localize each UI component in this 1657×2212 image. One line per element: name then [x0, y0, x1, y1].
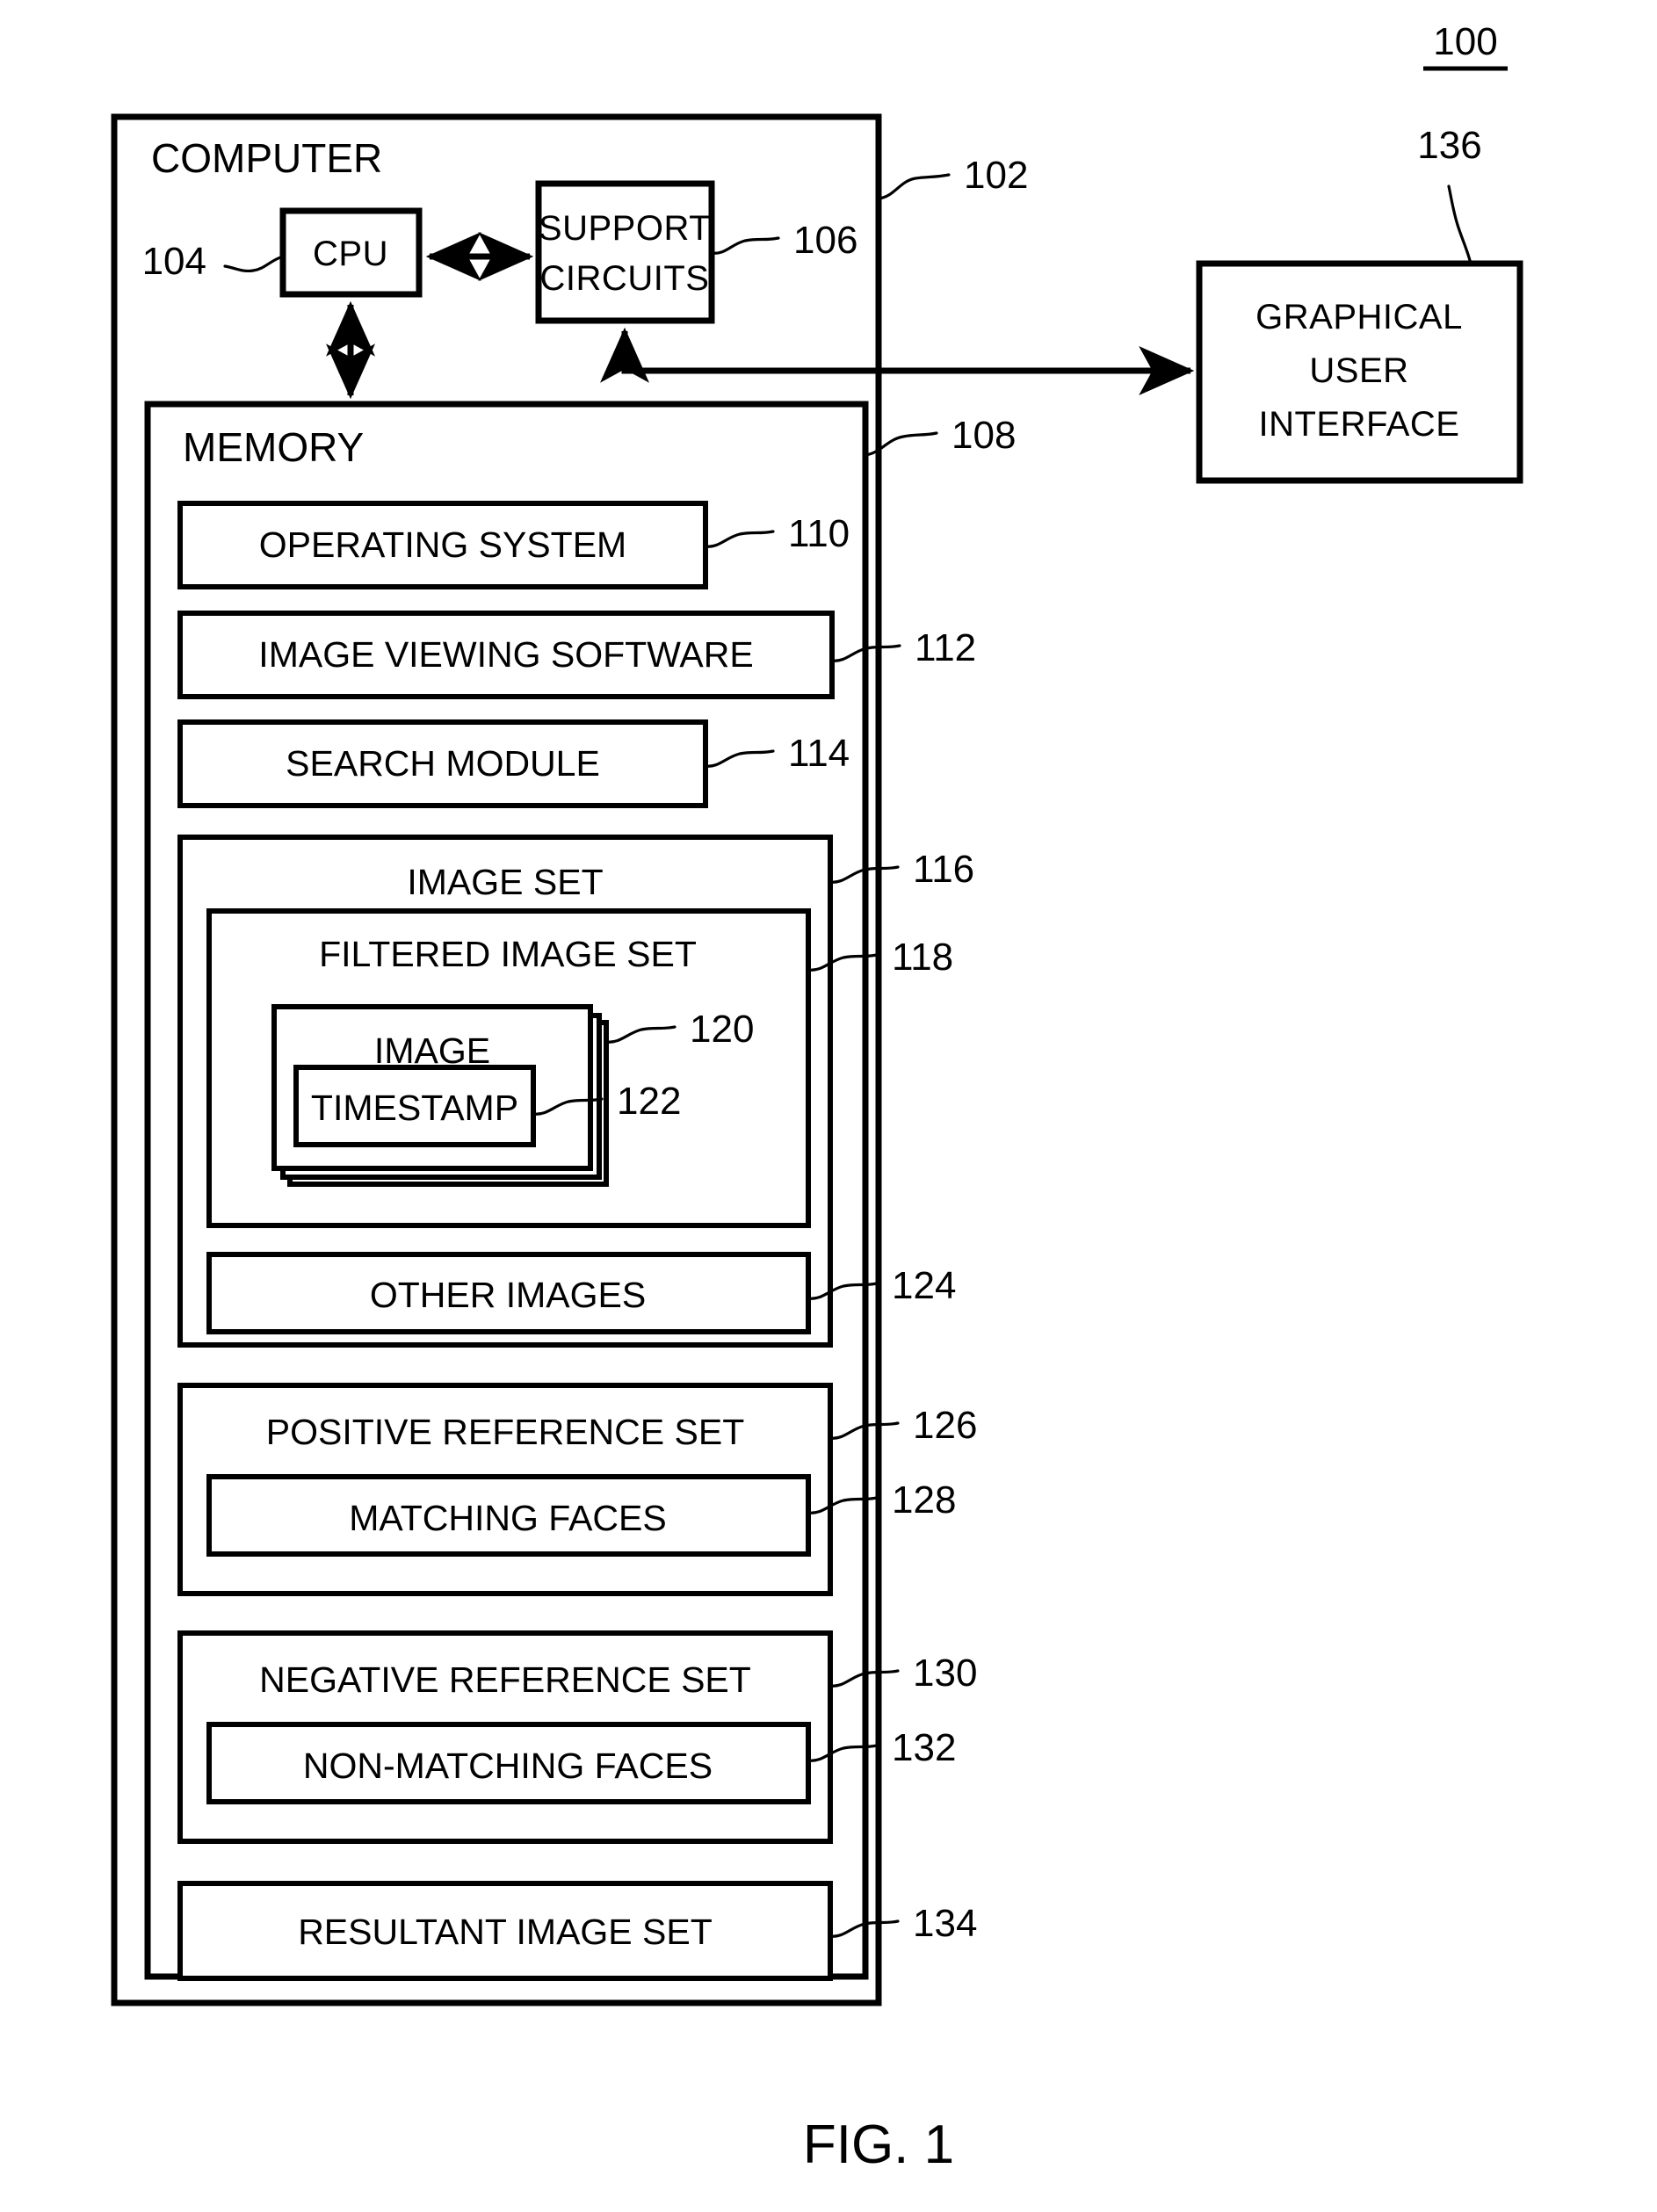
search-module-label: SEARCH MODULE: [286, 743, 600, 784]
memory-title: MEMORY: [183, 424, 364, 470]
image-viewing-software-ref: 112: [915, 626, 976, 669]
gui-label-line1: GRAPHICAL: [1255, 298, 1463, 336]
memory-ref-leader: 108: [864, 414, 1016, 457]
support-circuits-box: [535, 180, 715, 324]
image-set-label: IMAGE SET: [407, 862, 603, 902]
matching-faces-ref: 128: [892, 1478, 956, 1522]
other-images-ref: 124: [892, 1264, 956, 1307]
other-images-label: OTHER IMAGES: [370, 1275, 646, 1315]
gui-ref-leader: 136: [1417, 124, 1482, 265]
computer-ref-leader: 102: [877, 154, 1028, 200]
resultant-image-set-ref: 134: [913, 1902, 977, 1945]
gui-label-line2: USER: [1309, 351, 1408, 390]
resultant-image-set-label: RESULTANT IMAGE SET: [298, 1912, 713, 1952]
gui-label-line3: INTERFACE: [1259, 405, 1460, 444]
positive-reference-set-ref: 126: [913, 1404, 977, 1447]
filtered-image-set-label: FILTERED IMAGE SET: [319, 934, 697, 974]
figure-number: 100: [1423, 20, 1508, 71]
search-module-ref: 114: [788, 732, 850, 775]
operating-system-ref: 110: [788, 512, 850, 555]
memory-ref: 108: [952, 414, 1016, 457]
negative-reference-set-ref: 130: [913, 1652, 977, 1695]
matching-faces-label: MATCHING FACES: [349, 1498, 666, 1538]
figure-caption: FIG. 1: [803, 2114, 954, 2175]
support-circuits-label-line1: SUPPORT: [539, 209, 711, 248]
filtered-image-set-ref: 118: [892, 936, 953, 979]
computer-title: COMPUTER: [151, 135, 382, 181]
timestamp-label: TIMESTAMP: [311, 1088, 518, 1128]
support-circuits-ref: 106: [793, 219, 857, 262]
image-viewing-software-label: IMAGE VIEWING SOFTWARE: [258, 634, 753, 675]
timestamp-ref: 122: [617, 1080, 681, 1123]
image-ref: 120: [690, 1008, 754, 1051]
negative-reference-set-label: NEGATIVE REFERENCE SET: [259, 1659, 751, 1700]
computer-ref: 102: [964, 154, 1028, 197]
image-set-ref: 116: [913, 848, 974, 891]
support-circuits-label-line2: CIRCUITS: [540, 259, 710, 298]
cpu-ref: 104: [142, 240, 206, 283]
non-matching-faces-label: NON-MATCHING FACES: [303, 1746, 713, 1786]
patent-figure: 100 COMPUTER 102 CPU 104 SUPPORT CIRCUIT…: [0, 0, 1657, 2212]
positive-reference-set-label: POSITIVE REFERENCE SET: [266, 1412, 745, 1452]
figure-number-text: 100: [1433, 20, 1497, 63]
operating-system-label: OPERATING SYSTEM: [259, 524, 626, 565]
cpu-label: CPU: [313, 235, 388, 273]
non-matching-faces-ref: 132: [892, 1726, 956, 1769]
gui-ref: 136: [1417, 124, 1481, 167]
